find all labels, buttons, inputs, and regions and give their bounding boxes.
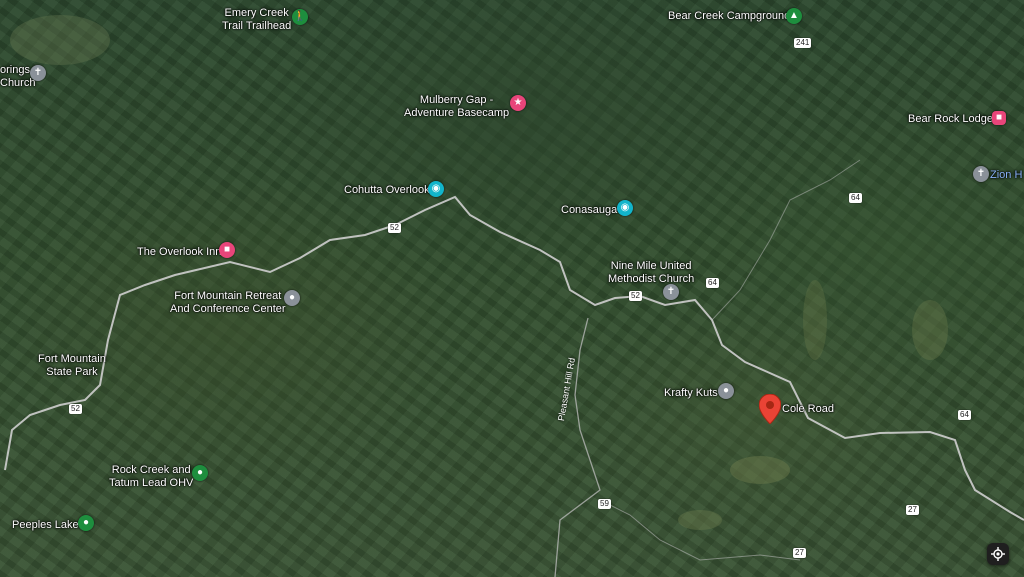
route-shield-27: 27 [906,505,919,515]
viewpoint-icon[interactable]: ◉ [428,181,444,197]
place-label-bear-creek[interactable]: Bear Creek Campground [668,10,790,23]
location-icon[interactable]: ● [718,383,734,399]
place-label-fort-mountain-park[interactable]: Fort Mountain State Park [38,353,106,379]
location-icon[interactable]: ● [284,290,300,306]
route-shield-64: 64 [958,410,971,420]
lodging-icon[interactable]: ★ [510,95,526,111]
place-label-emery-creek[interactable]: Emery Creek Trail Trailhead [222,7,291,33]
route-shield-64: 64 [849,193,862,203]
park-icon[interactable]: ● [78,515,94,531]
field-patch [912,300,948,360]
place-label-fort-mountain-retreat[interactable]: Fort Mountain Retreat And Conference Cen… [170,290,286,316]
route-shield-59: 59 [598,499,611,509]
field-patch [10,15,110,65]
place-label-rock-creek[interactable]: Rock Creek and Tatum Lead OHV [109,464,193,490]
recenter-button[interactable] [987,543,1009,565]
route-64-north [711,159,861,321]
church-icon[interactable]: ✝ [973,166,989,182]
place-label-peeples-lake[interactable]: Peeples Lake [12,519,79,532]
place-label-zion[interactable]: Zion H [990,169,1022,182]
route-shield-27: 27 [793,548,806,558]
place-label-conasauga[interactable]: Conasauga [561,204,617,217]
recenter-icon [991,547,1005,561]
route-shield-52: 52 [629,291,642,301]
place-label-cohutta-overlook[interactable]: Cohutta Overlook [344,184,430,197]
viewpoint-icon[interactable]: ◉ [617,200,633,216]
church-icon[interactable]: ✝ [30,65,46,81]
place-label-krafty-kuts[interactable]: Krafty Kuts [664,387,718,400]
hiking-icon[interactable]: 🚶 [292,9,308,25]
field-patch [730,456,790,484]
place-label-mulberry-gap[interactable]: Mulberry Gap - Adventure Basecamp [404,94,509,120]
route-shield-64: 64 [706,278,719,288]
place-label-bear-rock-lodge[interactable]: Bear Rock Lodge [908,113,993,126]
campground-icon[interactable]: ▲ [786,8,802,24]
field-patch [803,280,827,360]
lodging-icon[interactable]: ■ [992,111,1006,125]
place-label-overlook-inn[interactable]: The Overlook Inn [137,246,221,259]
pleasant-hill-road [554,317,601,577]
place-label-nine-mile-church[interactable]: Nine Mile United Methodist Church [608,260,694,286]
route-shield-241: 241 [794,38,812,48]
route-shield-52: 52 [69,404,82,414]
park-icon[interactable]: ● [192,465,208,481]
church-icon[interactable]: ✝ [663,284,679,300]
red-location-pin-icon[interactable] [759,394,781,424]
route-shield-52: 52 [388,223,401,233]
place-label-cole-road[interactable]: Cole Road [782,403,834,416]
roads-layer [4,15,1024,577]
lodging-icon[interactable]: ■ [219,242,235,258]
field-patch [678,510,722,530]
